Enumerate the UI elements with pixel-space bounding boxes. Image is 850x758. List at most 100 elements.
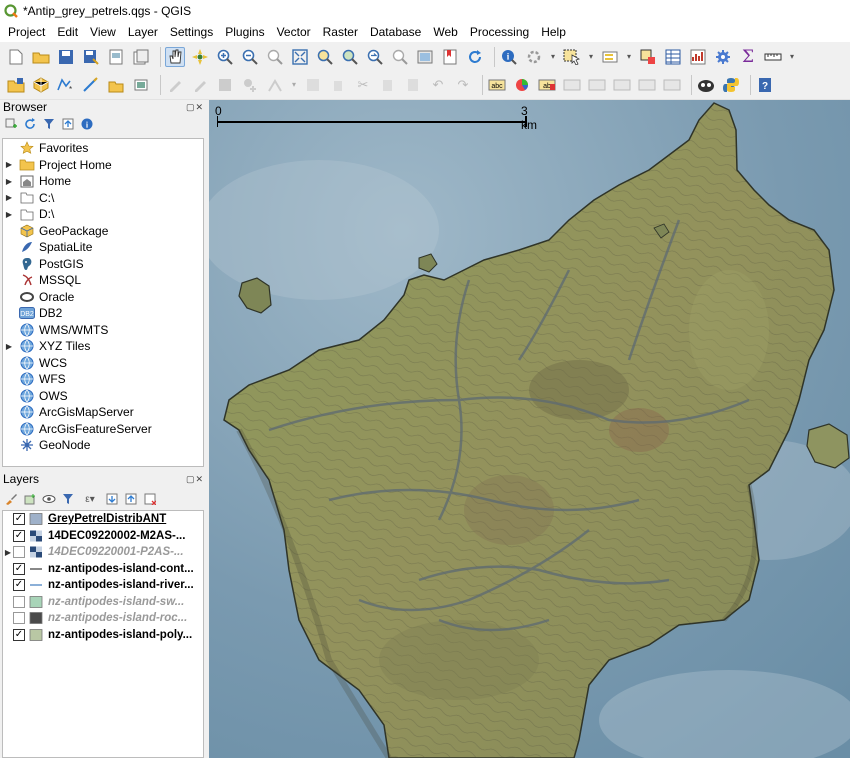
filter-expression-icon[interactable]: ε▾ <box>80 492 100 506</box>
chevron-down-icon[interactable]: ▾ <box>549 47 557 67</box>
processing-toolbox-icon[interactable] <box>713 47 733 67</box>
browser-item-c[interactable]: ▶ C:\ <box>3 190 203 207</box>
style-brush-icon[interactable] <box>4 492 18 506</box>
pan-to-selection-icon[interactable] <box>190 47 210 67</box>
browser-item-oracle[interactable]: Oracle <box>3 289 203 306</box>
zoom-in-icon[interactable] <box>215 47 235 67</box>
browser-item-favorites[interactable]: Favorites <box>3 140 203 157</box>
layer-row[interactable]: ✓ nz-antipodes-island-river... <box>3 577 203 594</box>
layer-visibility-checkbox[interactable] <box>13 612 25 625</box>
map-bookmark-icon[interactable] <box>440 47 460 67</box>
browser-item-home[interactable]: ▶ Home <box>3 173 203 190</box>
browser-item-project-home[interactable]: ▶ Project Home <box>3 157 203 174</box>
chevron-down-icon[interactable]: ▾ <box>587 47 595 67</box>
layer-row[interactable]: ✓ 14DEC09220002-M2AS-... <box>3 528 203 545</box>
panel-float-close-icon[interactable]: ▢✕ <box>186 102 204 113</box>
expand-arrow-icon[interactable]: ▶ <box>3 210 15 219</box>
browser-item-geonode[interactable]: GeoNode <box>3 437 203 454</box>
menu-processing[interactable]: Processing <box>464 22 535 42</box>
remove-layer-icon[interactable] <box>143 492 157 506</box>
layer-visibility-checkbox[interactable]: ✓ <box>13 579 25 592</box>
expand-arrow-icon[interactable]: ▶ <box>3 193 15 202</box>
data-source-manager-icon[interactable] <box>6 75 26 95</box>
layer-row[interactable]: nz-antipodes-island-sw... <box>3 594 203 611</box>
browser-item-d[interactable]: ▶ D:\ <box>3 206 203 223</box>
browser-item-xyz-tiles[interactable]: ▶ XYZ Tiles <box>3 338 203 355</box>
menu-database[interactable]: Database <box>364 22 427 42</box>
layer-row[interactable]: ✓ nz-antipodes-island-poly... <box>3 627 203 644</box>
diagram-options-icon[interactable] <box>512 75 532 95</box>
menu-layer[interactable]: Layer <box>122 22 164 42</box>
menu-edit[interactable]: Edit <box>51 22 84 42</box>
zoom-to-layer-icon[interactable] <box>340 47 360 67</box>
browser-item-arcgisfeatureserver[interactable]: ArcGisFeatureServer <box>3 421 203 438</box>
identify-features-icon[interactable]: i <box>499 47 519 67</box>
new-shapefile-icon[interactable]: * <box>56 75 76 95</box>
layer-row[interactable]: ▶ 14DEC09220001-P2AS-... <box>3 544 203 561</box>
deselect-features-icon[interactable] <box>638 47 658 67</box>
browser-item-db2[interactable]: DB2 DB2 <box>3 305 203 322</box>
new-geopackage-icon[interactable] <box>31 75 51 95</box>
menu-vector[interactable]: Vector <box>271 22 317 42</box>
browser-item-ows[interactable]: OWS <box>3 388 203 405</box>
layer-row[interactable]: nz-antipodes-island-roc... <box>3 610 203 627</box>
layer-row[interactable]: ✓ GreyPetrelDistribANT <box>3 511 203 528</box>
layer-visibility-checkbox[interactable] <box>13 546 25 559</box>
expand-arrow-icon[interactable]: ▶ <box>3 342 15 351</box>
layout-manager-icon[interactable] <box>131 47 151 67</box>
plugin-icon[interactable] <box>696 75 716 95</box>
python-console-icon[interactable] <box>721 75 741 95</box>
browser-tree[interactable]: Favorites ▶ Project Home ▶ Home ▶ C:\ ▶ D:\ GeoPa… <box>2 138 204 467</box>
layer-visibility-checkbox[interactable] <box>13 595 25 608</box>
attribute-table-icon[interactable] <box>663 47 683 67</box>
help-icon[interactable]: ? <box>755 75 775 95</box>
menu-web[interactable]: Web <box>427 22 463 42</box>
zoom-to-selection-icon[interactable] <box>315 47 335 67</box>
browser-item-wfs[interactable]: WFS <box>3 371 203 388</box>
eye-icon[interactable] <box>42 492 56 506</box>
select-by-value-icon[interactable] <box>600 47 620 67</box>
menu-settings[interactable]: Settings <box>164 22 219 42</box>
menu-help[interactable]: Help <box>535 22 572 42</box>
save-project-icon[interactable] <box>56 47 76 67</box>
browser-item-geopackage[interactable]: GeoPackage <box>3 223 203 240</box>
layer-visibility-checkbox[interactable]: ✓ <box>13 562 25 575</box>
filter-icon[interactable] <box>61 492 75 506</box>
filter-icon[interactable] <box>42 117 56 131</box>
menu-plugins[interactable]: Plugins <box>219 22 270 42</box>
zoom-native-icon[interactable] <box>265 47 285 67</box>
new-temp-layer-icon[interactable] <box>81 75 101 95</box>
browser-item-postgis[interactable]: PostGIS <box>3 256 203 273</box>
add-selected-layers-icon[interactable] <box>4 117 18 131</box>
zoom-next-icon[interactable] <box>390 47 410 67</box>
statistical-summary-icon[interactable] <box>688 47 708 67</box>
menu-project[interactable]: Project <box>2 22 51 42</box>
menu-view[interactable]: View <box>84 22 122 42</box>
sum-icon[interactable]: Σ <box>738 47 758 67</box>
browser-item-wcs[interactable]: WCS <box>3 355 203 372</box>
new-map-view-icon[interactable] <box>415 47 435 67</box>
zoom-last-icon[interactable] <box>365 47 385 67</box>
browser-item-wms-wmts[interactable]: WMS/WMTS <box>3 322 203 339</box>
open-project-icon[interactable] <box>31 47 51 67</box>
highlight-pinned-labels-icon[interactable]: ab <box>537 75 557 95</box>
select-features-icon[interactable] <box>562 47 582 67</box>
layer-visibility-checkbox[interactable]: ✓ <box>13 529 25 542</box>
expand-all-icon[interactable] <box>105 492 119 506</box>
expand-arrow-icon[interactable]: ▶ <box>3 548 13 557</box>
layer-visibility-checkbox[interactable]: ✓ <box>13 628 25 641</box>
run-feature-action-icon[interactable] <box>524 47 544 67</box>
browser-item-spatialite[interactable]: SpatiaLite <box>3 239 203 256</box>
browser-item-mssql[interactable]: MSSQL <box>3 272 203 289</box>
refresh-icon[interactable] <box>465 47 485 67</box>
panel-float-close-icon[interactable]: ▢✕ <box>186 474 204 485</box>
add-group-icon[interactable] <box>23 492 37 506</box>
expand-arrow-icon[interactable]: ▶ <box>3 177 15 186</box>
collapse-all-icon[interactable] <box>61 117 75 131</box>
collapse-all-icon[interactable] <box>124 492 138 506</box>
layer-properties-icon[interactable] <box>131 75 151 95</box>
layers-tree[interactable]: ✓ GreyPetrelDistribANT ✓ 14DEC09220002-M2AS… <box>2 510 204 758</box>
layer-visibility-checkbox[interactable]: ✓ <box>13 513 25 526</box>
measure-icon[interactable] <box>763 47 783 67</box>
label-toolbar-icon[interactable]: abc <box>487 75 507 95</box>
